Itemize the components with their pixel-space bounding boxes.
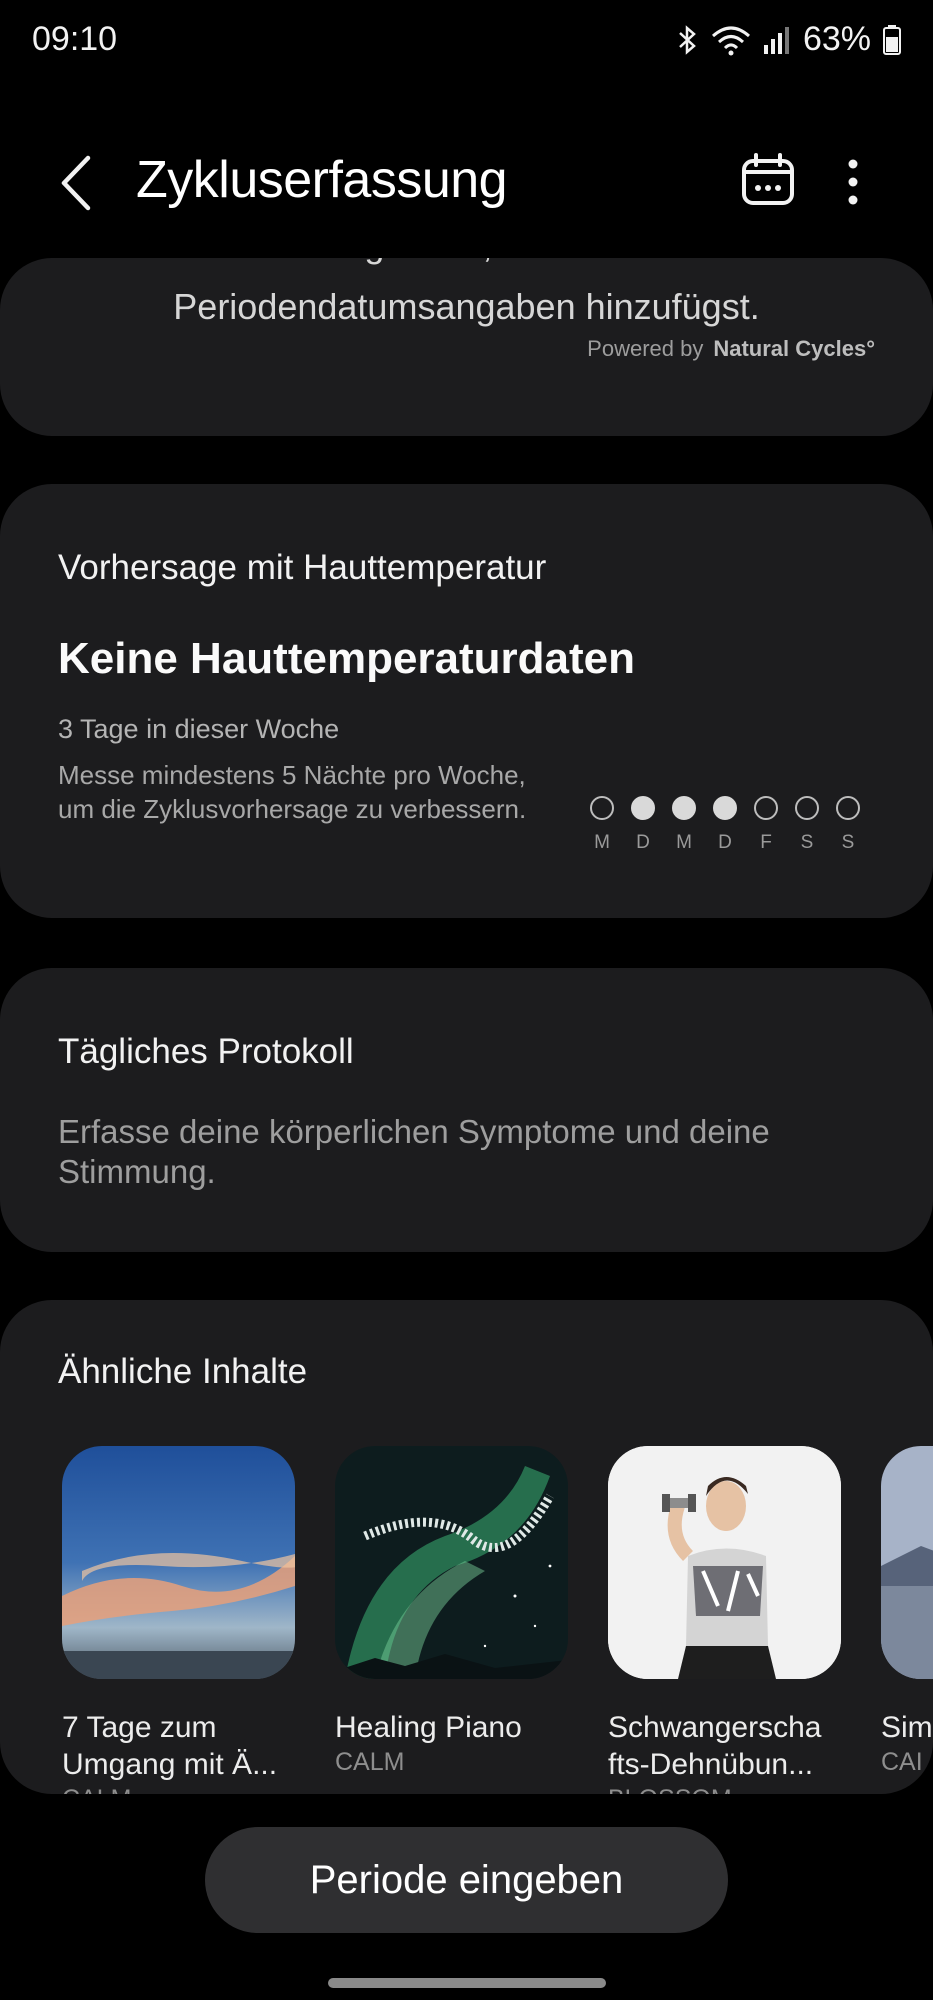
status-icons: 63%	[677, 20, 901, 59]
status-time: 09:10	[32, 20, 118, 58]
day-indicator: S	[836, 796, 860, 854]
content-tile[interactable]: Healing Piano CALM	[335, 1446, 568, 1794]
day-indicator: S	[795, 796, 819, 854]
day-indicator: D	[631, 796, 655, 854]
daily-log-title: Tägliches Protokoll	[58, 1032, 354, 1071]
back-icon[interactable]	[52, 152, 102, 214]
powered-by: Powered by Natural Cycles°	[587, 336, 875, 362]
day-label: D	[636, 832, 650, 853]
content-title: 7 Tage zum Umgang mit Ä...	[62, 1711, 278, 1781]
content-tile[interactable]: Schwangerscha fts-Dehnübun... BLOSSOM	[608, 1446, 841, 1794]
calendar-icon[interactable]	[740, 152, 796, 208]
day-indicator: M	[672, 796, 696, 854]
day-dot	[836, 796, 860, 820]
intro-text-line-2: Periodendatumsangaben hinzufügst.	[173, 286, 760, 327]
day-label: S	[800, 832, 814, 853]
battery-icon	[883, 24, 901, 55]
day-dot	[795, 796, 819, 820]
day-label: S	[841, 832, 855, 853]
content-source: CALM	[62, 1785, 295, 1794]
day-label: M	[594, 832, 610, 853]
enter-period-button[interactable]: Periode eingeben	[205, 1827, 728, 1933]
content-title: Schwangerscha fts-Dehnübun...	[608, 1711, 822, 1781]
day-label: D	[718, 832, 732, 853]
content-source: CAI	[881, 1748, 923, 1776]
content-source: CALM	[335, 1748, 405, 1776]
day-indicator: M	[590, 796, 614, 854]
day-label: F	[760, 832, 772, 853]
day-dot	[631, 796, 655, 820]
content-title: Healing Piano	[335, 1711, 522, 1744]
signal-icon	[763, 26, 789, 54]
day-dot	[713, 796, 737, 820]
temperature-description: Messe mindestens 5 Nächte pro Woche, um …	[58, 760, 527, 824]
content-tile[interactable]: Sim CAI	[881, 1446, 933, 1794]
week-days-indicator: M D M D F S S	[590, 796, 860, 854]
intro-card: Erhalte Prognosen, indem du deine Period…	[0, 258, 933, 436]
section-title: Vorhersage mit Hauttemperatur	[58, 548, 547, 587]
skin-temperature-card[interactable]: Vorhersage mit Hauttemperatur Keine Haut…	[0, 484, 933, 918]
similar-content-card: Ähnliche Inhalte 7 Tage zum Umgang mit Ä…	[0, 1300, 933, 1794]
wifi-icon	[711, 26, 750, 55]
aurora-piano-thumbnail	[335, 1446, 568, 1679]
battery-percent: 63%	[802, 20, 871, 58]
similar-content-title: Ähnliche Inhalte	[58, 1352, 308, 1391]
gesture-navigation-bar[interactable]	[328, 1978, 606, 1988]
day-dot	[590, 796, 614, 820]
sunset-sky-thumbnail	[62, 1446, 295, 1679]
day-dot	[672, 796, 696, 820]
content-source: BLOSSOM	[608, 1785, 841, 1794]
daily-log-card[interactable]: Tägliches Protokoll Erfasse deine körper…	[0, 968, 933, 1252]
day-indicator: D	[713, 796, 737, 854]
temperature-subline: 3 Tage in dieser Woche	[58, 714, 340, 744]
day-indicator: F	[754, 796, 778, 854]
more-options-icon[interactable]	[836, 154, 870, 214]
fitness-woman-thumbnail	[608, 1446, 841, 1679]
page-title: Zykluserfassung	[136, 151, 508, 209]
day-dot	[754, 796, 778, 820]
natural-cycles-logo: Natural Cycles°	[713, 336, 875, 361]
similar-content-carousel[interactable]: 7 Tage zum Umgang mit Ä... CALM Healing …	[62, 1446, 933, 1794]
content-title: Sim	[881, 1711, 933, 1744]
bluetooth-icon	[679, 24, 696, 55]
lake-mountain-thumbnail	[881, 1446, 933, 1679]
content-tile[interactable]: 7 Tage zum Umgang mit Ä... CALM	[62, 1446, 295, 1794]
daily-log-description: Erfasse deine körperlichen Symptome und …	[58, 1113, 770, 1190]
temperature-headline: Keine Hauttemperaturdaten	[58, 634, 636, 683]
intro-text-line-1: Erhalte Prognosen, indem du deine	[0, 258, 933, 266]
powered-by-label: Powered by	[587, 336, 704, 361]
day-label: M	[676, 832, 692, 853]
